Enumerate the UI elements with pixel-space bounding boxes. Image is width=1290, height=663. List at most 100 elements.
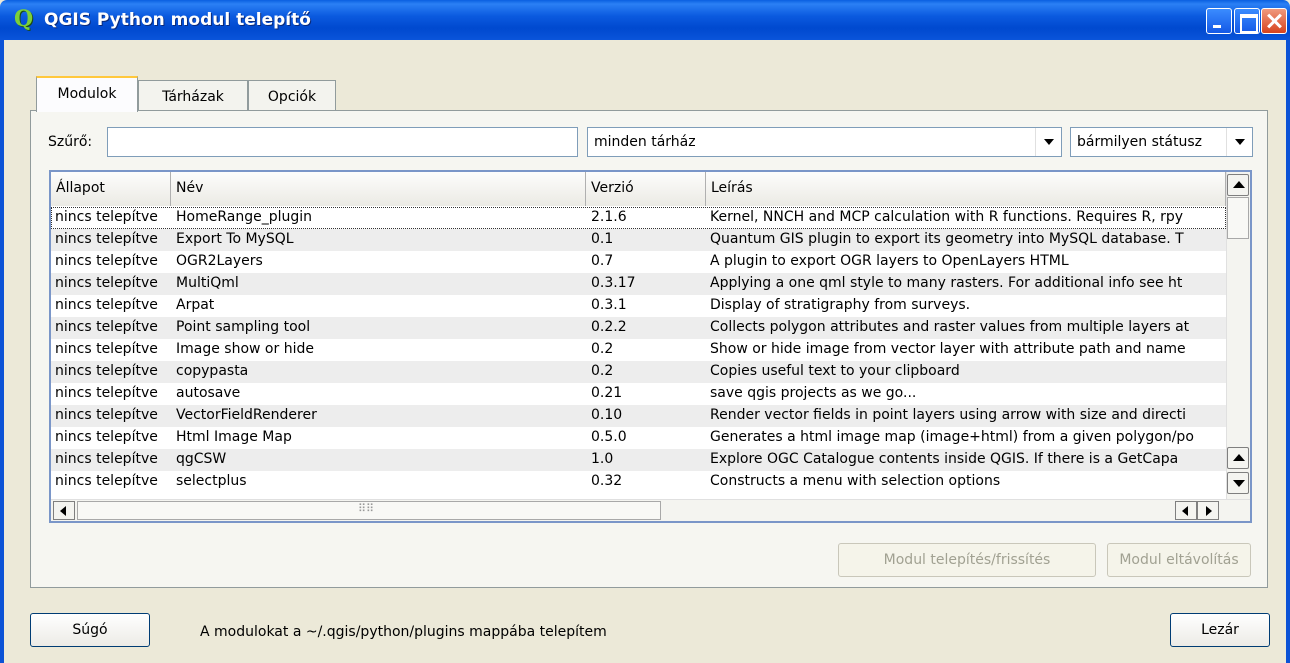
cell-version: 0.1 — [591, 231, 614, 247]
scroll-left-icon[interactable] — [1175, 501, 1197, 520]
cell-name: selectplus — [176, 473, 247, 489]
uninstall-button[interactable]: Modul eltávolítás — [1107, 543, 1251, 577]
cell-name: Html Image Map — [176, 429, 292, 445]
cell-status: nincs telepítve — [55, 319, 158, 335]
cell-status: nincs telepítve — [55, 253, 158, 269]
cell-name: OGR2Layers — [176, 253, 263, 269]
column-header-version[interactable]: Verzió — [586, 172, 706, 206]
minimize-button[interactable] — [1206, 8, 1232, 34]
tab-modulok[interactable]: Modulok — [36, 76, 138, 112]
table-row[interactable]: nincs telepítve OGR2Layers 0.7 A plugin to … — [51, 251, 1226, 273]
cell-version: 2.1.6 — [591, 209, 627, 225]
table-row[interactable]: nincs telepítve Point sampling tool 0.2.2 C… — [51, 317, 1226, 339]
cell-description: save qgis projects as we go... — [710, 385, 917, 401]
column-header-name[interactable]: Név — [171, 172, 586, 206]
cell-name: MultiQml — [176, 275, 239, 291]
cell-status: nincs telepítve — [55, 385, 158, 401]
cell-version: 0.2 — [591, 341, 614, 357]
cell-version: 0.21 — [591, 385, 623, 401]
cell-description: Applying a one qml style to many rasters… — [710, 275, 1183, 291]
chevron-down-icon[interactable] — [1226, 128, 1252, 156]
table-body: nincs telepítve HomeRange_plugin 2.1.6 Kern… — [51, 207, 1226, 493]
table-row[interactable]: nincs telepítve copypasta 0.2 Copies useful… — [51, 361, 1226, 383]
table-row[interactable]: nincs telepítve VectorFieldRenderer 0.10 Re… — [51, 405, 1226, 427]
table-row[interactable]: nincs telepítve HomeRange_plugin 2.1.6 Kern… — [51, 207, 1226, 229]
filter-label: Szűrő: — [48, 134, 93, 150]
table-row[interactable]: nincs telepítve Arpat 0.3.1 Display of stra… — [51, 295, 1226, 317]
cell-name: Arpat — [176, 297, 215, 313]
cell-status: nincs telepítve — [55, 231, 158, 247]
cell-status: nincs telepítve — [55, 209, 158, 225]
plugin-table[interactable]: Állapot Név Verzió Leírás nincs telepítv… — [49, 170, 1252, 523]
cell-description: Quantum GIS plugin to export its geometr… — [710, 231, 1184, 247]
cell-status: nincs telepítve — [55, 275, 158, 291]
cell-version: 0.2.2 — [591, 319, 627, 335]
table-header: Állapot Név Verzió Leírás — [51, 172, 1226, 206]
scroll-right-icon[interactable] — [1197, 501, 1219, 520]
table-row[interactable]: nincs telepítve autosave 0.21 save qgis pro… — [51, 383, 1226, 405]
title-bar[interactable]: Q QGIS Python modul telepítő — [0, 0, 1290, 40]
vertical-scrollbar[interactable] — [1226, 172, 1250, 501]
scroll-down-icon[interactable] — [1227, 472, 1249, 494]
cell-name: Point sampling tool — [176, 319, 311, 335]
install-upgrade-button[interactable]: Modul telepítés/frissítés — [838, 543, 1096, 577]
qgis-logo-icon: Q — [14, 6, 34, 32]
table-row[interactable]: nincs telepítve MultiQml 0.3.17 Applying a … — [51, 273, 1226, 295]
cell-version: 0.5.0 — [591, 429, 627, 445]
window-border-left — [0, 40, 4, 663]
filter-input[interactable] — [107, 127, 578, 157]
cell-description: A plugin to export OGR layers to OpenLay… — [710, 253, 1069, 269]
cell-status: nincs telepítve — [55, 363, 158, 379]
maximize-button[interactable] — [1234, 8, 1260, 34]
cell-description: Show or hide image from vector layer wit… — [710, 341, 1186, 357]
install-path-status: A modulokat a ~/.qgis/python/plugins map… — [200, 624, 607, 640]
cell-description: Kernel, NNCH and MCP calculation with R … — [710, 209, 1184, 225]
column-header-status[interactable]: Állapot — [51, 172, 171, 206]
cell-version: 0.2 — [591, 363, 614, 379]
column-header-description[interactable]: Leírás — [706, 172, 1226, 206]
close-button[interactable]: Lezár — [1170, 613, 1270, 647]
vertical-scroll-thumb[interactable] — [1227, 197, 1249, 239]
horizontal-scroll-thumb[interactable] — [77, 501, 661, 520]
table-row[interactable]: nincs telepítve qgCSW 1.0 Explore OGC Catal… — [51, 449, 1226, 471]
cell-status: nincs telepítve — [55, 451, 158, 467]
table-row[interactable]: nincs telepítve Image show or hide 0.2 Show… — [51, 339, 1226, 361]
cell-version: 0.3.17 — [591, 275, 636, 291]
scroll-up-icon[interactable] — [1227, 447, 1249, 469]
cell-name: VectorFieldRenderer — [176, 407, 317, 423]
cell-name: qgCSW — [176, 451, 227, 467]
tab-opciok[interactable]: Opciók — [248, 80, 336, 112]
repository-select-value: minden tárház — [594, 134, 696, 150]
cell-status: nincs telepítve — [55, 341, 158, 357]
cell-status: nincs telepítve — [55, 473, 158, 489]
cell-version: 0.3.1 — [591, 297, 627, 313]
table-row[interactable]: nincs telepítve Export To MySQL 0.1 Quantum… — [51, 229, 1226, 251]
cell-name: copypasta — [176, 363, 249, 379]
help-button[interactable]: Súgó — [30, 613, 150, 647]
cell-status: nincs telepítve — [55, 297, 158, 313]
horizontal-scrollbar[interactable] — [51, 499, 1250, 521]
chevron-down-icon[interactable] — [1035, 128, 1061, 156]
cell-description: Render vector fields in point layers usi… — [710, 407, 1187, 423]
cell-description: Collects polygon attributes and raster v… — [710, 319, 1190, 335]
cell-description: Display of stratigraphy from surveys. — [710, 297, 971, 313]
cell-status: nincs telepítve — [55, 429, 158, 445]
status-select[interactable]: bármilyen státusz — [1070, 127, 1253, 157]
scroll-up-icon[interactable] — [1227, 174, 1249, 196]
scroll-left-icon[interactable] — [53, 501, 75, 520]
cell-version: 0.7 — [591, 253, 614, 269]
cell-version: 0.32 — [591, 473, 623, 489]
window-border-right — [1286, 40, 1290, 663]
cell-description: Generates a html image map (image+html) … — [710, 429, 1194, 445]
close-window-button[interactable] — [1261, 8, 1287, 34]
status-select-value: bármilyen státusz — [1077, 134, 1202, 150]
table-row[interactable]: nincs telepítve Html Image Map 0.5.0 Genera… — [51, 427, 1226, 449]
cell-description: Constructs a menu with selection options — [710, 473, 1001, 489]
repository-select[interactable]: minden tárház — [587, 127, 1062, 157]
cell-status: nincs telepítve — [55, 407, 158, 423]
cell-description: Copies useful text to your clipboard — [710, 363, 960, 379]
cell-version: 0.10 — [591, 407, 623, 423]
tab-tarhazak[interactable]: Tárházak — [138, 80, 248, 112]
cell-name: autosave — [176, 385, 241, 401]
table-row[interactable]: nincs telepítve selectplus 0.32 Constructs … — [51, 471, 1226, 493]
